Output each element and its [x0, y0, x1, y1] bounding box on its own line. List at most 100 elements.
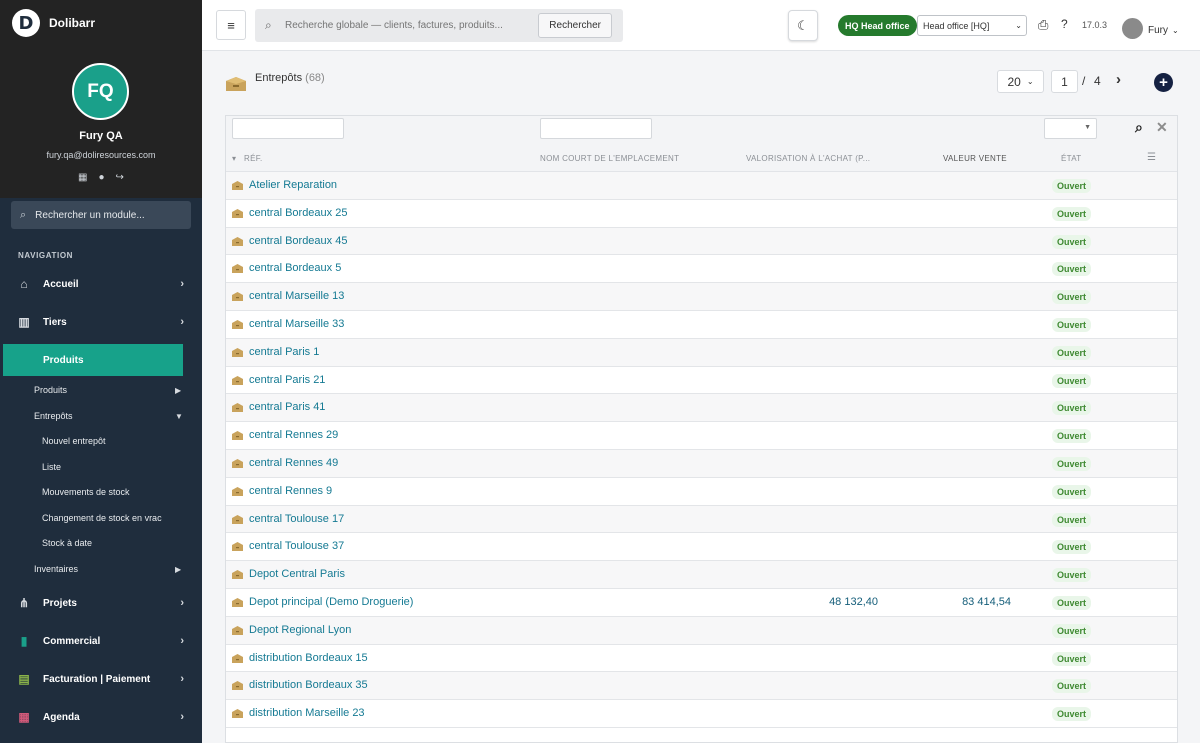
warehouse-ref-link[interactable]: Atelier Reparation [249, 179, 337, 191]
warehouse-ref-link[interactable]: distribution Bordeaux 15 [249, 652, 368, 664]
global-search-input[interactable] [285, 16, 525, 35]
sidebar-item-accueil[interactable]: ⌂ Accueil › [0, 269, 202, 299]
sidebar-item-facturation[interactable]: ▤ Facturation | Paiement › [0, 664, 202, 694]
search-button[interactable]: Rechercher [538, 13, 612, 38]
table-body: Atelier Reparation Ouvert central Bordeaux… [226, 172, 1177, 728]
filter-location-input[interactable] [540, 118, 652, 139]
warehouse-ref-link[interactable]: Depot Central Paris [249, 568, 345, 580]
column-selector-icon[interactable]: ☰ [1147, 152, 1156, 163]
logout-icon[interactable]: ↪ [116, 172, 124, 183]
warehouse-ref-link[interactable]: Depot Regional Lyon [249, 624, 351, 636]
entity-select-value: Head office [HQ] [923, 20, 990, 31]
warehouse-icon [232, 458, 243, 468]
table-row: central Bordeaux 45 Ouvert [226, 227, 1177, 256]
sidebar-sub-liste[interactable]: Liste [42, 462, 61, 472]
user-icon[interactable]: ● [99, 172, 105, 183]
table-row: Atelier Reparation Ouvert [226, 172, 1177, 200]
warehouse-ref-link[interactable]: central Rennes 9 [249, 485, 332, 497]
caret-right-icon: ▶ [175, 565, 182, 574]
module-search-input[interactable]: ⌕ Rechercher un module... [11, 201, 191, 229]
sale-value: 83 414,54 [962, 595, 1011, 608]
dark-mode-toggle[interactable]: ☾ [788, 10, 818, 41]
sidebar-item-produits[interactable]: Produits [3, 344, 183, 376]
warehouse-ref-link[interactable]: central Marseille 33 [249, 318, 344, 330]
menu-toggle-button[interactable]: ≡ [216, 10, 246, 40]
column-header-status[interactable]: ÉTAT [1061, 154, 1081, 163]
chevron-down-icon[interactable]: ⌄ [1172, 26, 1179, 35]
sidebar-sub-produits[interactable]: Produits [34, 385, 67, 395]
sidebar-sub-entrepots[interactable]: Entrepôts [34, 411, 73, 421]
entity-badge[interactable]: HQ Head office [838, 15, 917, 36]
next-page-icon[interactable]: › [1116, 71, 1121, 88]
sidebar-sub-mouvements[interactable]: Mouvements de stock [42, 487, 130, 497]
column-header-ref[interactable]: RÉF. [244, 154, 263, 163]
sidebar-item-tiers[interactable]: ▥ Tiers › [0, 307, 202, 337]
chevron-right-icon: › [180, 635, 184, 647]
table-row: central Rennes 9 Ouvert [226, 478, 1177, 506]
table-row: Depot Regional Lyon Ouvert [226, 616, 1177, 645]
version-label: 17.0.3 [1082, 20, 1108, 30]
sidebar-sub-nouvel-entrepot[interactable]: Nouvel entrepôt [42, 436, 106, 446]
caret-right-icon: ▶ [175, 386, 182, 395]
warehouse-ref-link[interactable]: central Toulouse 17 [249, 513, 344, 525]
warehouse-icon [232, 319, 243, 329]
sidebar-item-agenda[interactable]: ▦ Agenda › [0, 702, 202, 732]
warehouse-ref-link[interactable]: central Toulouse 37 [249, 540, 344, 552]
warehouse-icon [232, 403, 243, 413]
warehouse-ref-link[interactable]: distribution Marseille 23 [249, 707, 365, 719]
warehouse-ref-link[interactable]: central Bordeaux 45 [249, 235, 347, 247]
warehouse-icon [232, 431, 243, 441]
total-pages[interactable]: 4 [1094, 74, 1101, 88]
filter-status-select[interactable]: ▼ [1044, 118, 1097, 139]
warehouse-icon [232, 570, 243, 580]
filter-ref-input[interactable] [232, 118, 344, 139]
warehouse-ref-link[interactable]: central Paris 21 [249, 374, 325, 386]
table-row: central Bordeaux 25 Ouvert [226, 200, 1177, 228]
column-header-purchase-value[interactable]: VALORISATION À L'ACHAT (P... [746, 154, 870, 163]
status-badge: Ouvert [1052, 290, 1092, 305]
status-badge: Ouvert [1052, 262, 1092, 277]
warehouse-ref-link[interactable]: central Paris 1 [249, 346, 319, 358]
warehouse-ref-link[interactable]: central Rennes 49 [249, 457, 338, 469]
clear-filter-icon[interactable]: ✕ [1156, 119, 1168, 136]
entity-select[interactable]: Head office [HQ] ⌄ [917, 15, 1027, 36]
chevron-down-icon: ⌄ [1026, 77, 1034, 86]
column-header-location[interactable]: NOM COURT DE L'EMPLACEMENT [540, 154, 679, 163]
user-menu-name[interactable]: Fury [1148, 25, 1168, 36]
search-icon[interactable]: ⌕ [1135, 119, 1143, 136]
page-number-input[interactable]: 1 [1051, 70, 1078, 93]
warehouse-icon [232, 709, 243, 719]
add-warehouse-button[interactable]: + [1154, 73, 1173, 92]
page-title: Entrepôts (68) [255, 72, 325, 84]
sidebar: D Dolibarr FQ Fury QA fury.qa@doliresour… [0, 0, 202, 743]
invoice-icon: ▤ [18, 672, 30, 686]
warehouse-ref-link[interactable]: Depot principal (Demo Droguerie) [249, 596, 413, 608]
sidebar-sub-stock-a-date[interactable]: Stock à date [42, 538, 92, 548]
warehouse-ref-link[interactable]: central Bordeaux 5 [249, 262, 341, 274]
column-header-sale-value[interactable]: VALEUR VENTE [943, 154, 1007, 163]
caret-down-icon: ▼ [175, 412, 183, 421]
user-avatar-small[interactable] [1122, 18, 1143, 39]
help-icon[interactable]: ? [1061, 17, 1068, 31]
status-badge: Ouvert [1052, 651, 1092, 666]
warehouse-ref-link[interactable]: central Rennes 29 [249, 429, 338, 441]
warehouse-icon [232, 542, 243, 552]
print-icon[interactable]: ⎙ [1038, 17, 1048, 33]
warehouse-ref-link[interactable]: distribution Bordeaux 35 [249, 679, 368, 691]
sidebar-item-commercial[interactable]: ▮ Commercial › [0, 626, 202, 656]
sidebar-sub-changement-stock[interactable]: Changement de stock en vrac [42, 513, 162, 523]
dashboard-icon[interactable]: ▦ [78, 172, 87, 183]
warehouse-icon [232, 181, 243, 190]
page-size-select[interactable]: 20 ⌄ [997, 70, 1044, 93]
sidebar-sub-inventaires[interactable]: Inventaires [34, 564, 78, 574]
warehouse-ref-link[interactable]: central Paris 41 [249, 401, 325, 413]
warehouse-ref-link[interactable]: central Bordeaux 25 [249, 207, 347, 219]
home-icon: ⌂ [20, 277, 28, 291]
sort-desc-icon[interactable]: ▾ [232, 154, 236, 163]
briefcase-icon: ▮ [20, 634, 28, 648]
chevron-right-icon: › [180, 278, 184, 290]
brand[interactable]: D Dolibarr [0, 0, 202, 46]
user-avatar[interactable]: FQ [72, 63, 129, 120]
sidebar-item-projets[interactable]: ⋔ Projets › [0, 588, 202, 618]
warehouse-ref-link[interactable]: central Marseille 13 [249, 290, 344, 302]
